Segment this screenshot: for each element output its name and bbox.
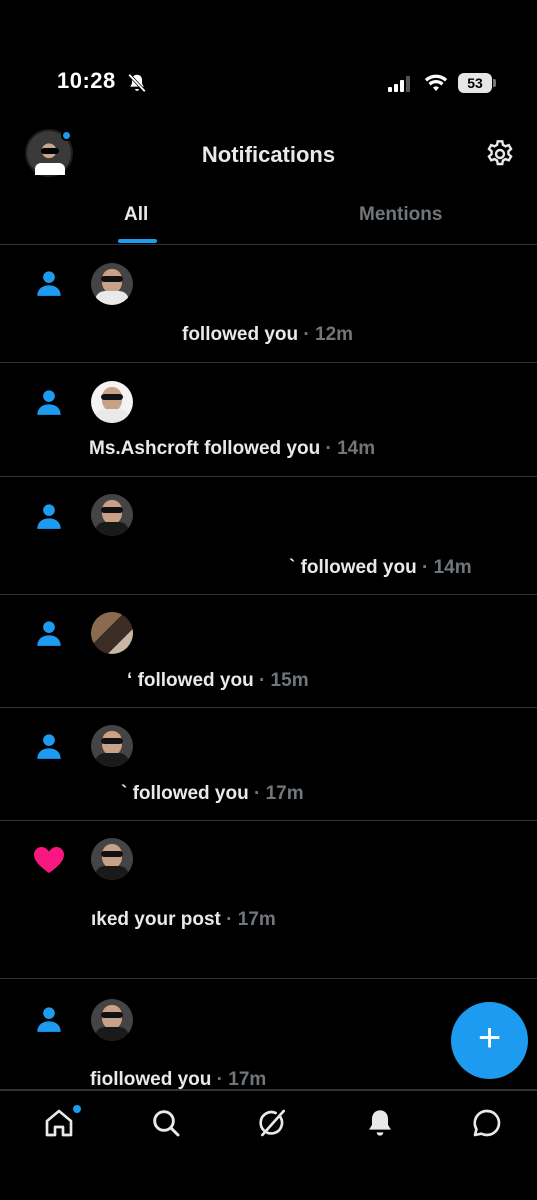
battery-indicator: 53 bbox=[458, 73, 496, 93]
notification-item[interactable]: ‘ followed you · 15m bbox=[0, 595, 537, 708]
notification-text: followed you · 12m bbox=[182, 324, 353, 346]
tab-active-indicator bbox=[118, 239, 157, 243]
notification-item[interactable]: ıked your post · 17m bbox=[0, 821, 537, 979]
home-unread-dot bbox=[73, 1105, 81, 1113]
notification-action: followed you bbox=[204, 438, 321, 459]
notification-user[interactable]: ` bbox=[121, 783, 127, 804]
status-time: 10:28 bbox=[57, 68, 116, 93]
notification-tabs: All Mentions bbox=[0, 190, 537, 245]
notification-user[interactable]: ` bbox=[289, 557, 295, 578]
notification-action: ıked your post bbox=[91, 909, 221, 930]
wifi-icon bbox=[424, 74, 448, 91]
notification-item[interactable]: followed you · 12m bbox=[0, 245, 537, 363]
notification-text: ` followed you · 14m bbox=[289, 557, 472, 579]
bell-icon[interactable] bbox=[364, 1107, 396, 1139]
notification-text: ‘ followed you · 15m bbox=[127, 670, 309, 692]
notification-action: followed you bbox=[137, 670, 254, 691]
bottom-nav bbox=[0, 1090, 537, 1200]
notification-action: followed you bbox=[182, 324, 299, 345]
compose-button[interactable]: + bbox=[451, 1002, 528, 1079]
person-icon bbox=[37, 504, 61, 529]
notification-time: · 17m bbox=[216, 1069, 267, 1090]
notification-text: ` followed you · 17m bbox=[121, 783, 304, 805]
notification-time: · 15m bbox=[258, 670, 309, 691]
unread-dot bbox=[61, 130, 72, 141]
notification-item[interactable]: ` followed you · 14m bbox=[0, 477, 537, 595]
notification-time: · 14m bbox=[422, 557, 472, 578]
notification-action: followed you bbox=[300, 557, 417, 578]
page-title: Notifications bbox=[201, 142, 336, 167]
notification-time: · 17m bbox=[254, 783, 304, 804]
messages-icon[interactable] bbox=[471, 1107, 503, 1139]
notification-text: Ms.Ashcroft followed you · 14m bbox=[89, 438, 375, 460]
person-icon bbox=[37, 271, 61, 296]
tab-all[interactable]: All bbox=[124, 204, 148, 226]
home-icon[interactable] bbox=[43, 1107, 75, 1139]
battery-level: 53 bbox=[458, 73, 492, 93]
grok-icon[interactable] bbox=[257, 1107, 289, 1139]
person-icon bbox=[37, 734, 61, 759]
heart-icon bbox=[34, 847, 64, 873]
avatar[interactable] bbox=[91, 612, 133, 654]
avatar[interactable] bbox=[91, 494, 133, 536]
header: Notifications bbox=[0, 120, 537, 190]
battery-tip bbox=[493, 79, 496, 87]
avatar[interactable] bbox=[91, 381, 133, 423]
notification-time: · 14m bbox=[325, 438, 376, 459]
signal-icon bbox=[388, 76, 410, 92]
avatar[interactable] bbox=[91, 263, 133, 305]
search-icon[interactable] bbox=[150, 1107, 182, 1139]
person-icon bbox=[37, 390, 61, 415]
person-icon bbox=[37, 621, 61, 646]
avatar[interactable] bbox=[91, 838, 133, 880]
notification-time: · 17m bbox=[226, 909, 276, 930]
status-bar: 10:28 53 bbox=[0, 0, 537, 120]
bell-off-icon bbox=[128, 73, 146, 93]
notification-text: ıked your post · 17m bbox=[91, 909, 276, 931]
notification-user[interactable]: Ms.Ashcroft bbox=[89, 438, 199, 459]
avatar[interactable] bbox=[91, 999, 133, 1041]
notification-text: ﬁollowed you · 17m bbox=[90, 1069, 266, 1091]
notification-time: · 12m bbox=[303, 324, 354, 345]
tab-mentions[interactable]: Mentions bbox=[359, 204, 442, 226]
avatar[interactable] bbox=[91, 725, 133, 767]
notification-user[interactable]: ‘ bbox=[127, 670, 132, 691]
notification-action: ﬁollowed you bbox=[90, 1069, 212, 1090]
person-icon bbox=[37, 1007, 61, 1032]
gear-icon[interactable] bbox=[484, 138, 516, 170]
notification-item[interactable]: ` followed you · 17m bbox=[0, 708, 537, 821]
notification-action: followed you bbox=[132, 783, 249, 804]
notification-item[interactable]: Ms.Ashcroft followed you · 14m bbox=[0, 363, 537, 477]
